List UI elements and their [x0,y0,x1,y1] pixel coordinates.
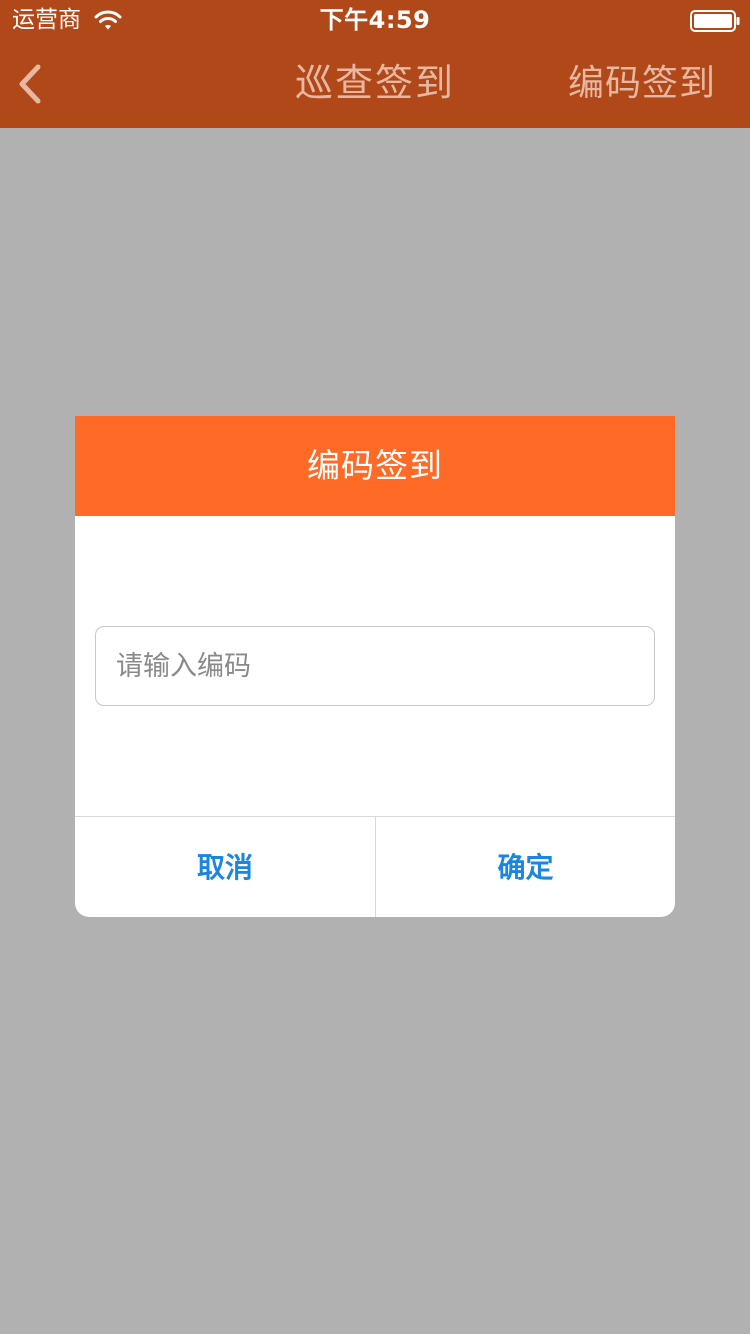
dialog-title: 编码签到 [307,446,443,485]
code-input[interactable] [95,626,655,706]
cancel-button[interactable]: 取消 [75,817,375,917]
confirm-button[interactable]: 确定 [375,817,675,917]
battery-icon [690,10,740,32]
status-time: 下午4:59 [319,6,431,34]
top-bar: 运营商 下午4:59 巡查签到 编码签到 [0,0,750,128]
status-bar: 运营商 下午4:59 [0,0,750,40]
dialog-button-row: 取消 确定 [75,816,675,917]
dialog-header: 编码签到 [75,416,675,516]
code-checkin-button[interactable]: 编码签到 [568,62,716,106]
code-checkin-dialog: 编码签到 取消 确定 [75,416,675,917]
navigation-bar: 巡查签到 编码签到 [0,40,750,128]
